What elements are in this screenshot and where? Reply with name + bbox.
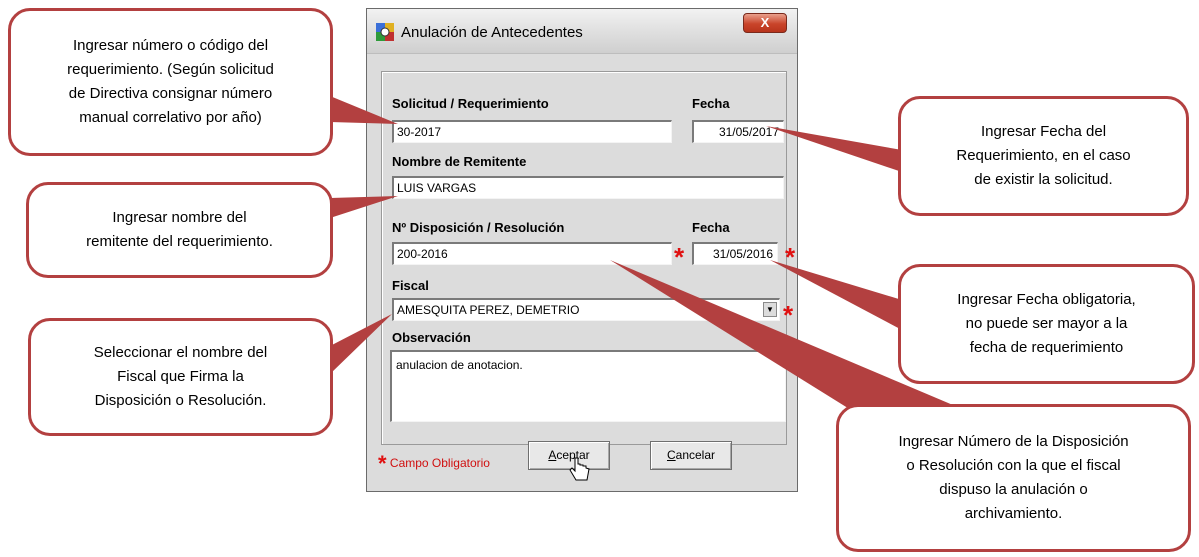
callout-line: no puede ser mayor a la	[965, 315, 1128, 332]
callout-line: remitente del requerimiento.	[86, 233, 273, 250]
callout-line: de existir la solicitud.	[974, 171, 1113, 188]
leader-c2	[330, 196, 398, 218]
callout-disposicion: Ingresar Número de la Disposición o Reso…	[836, 404, 1191, 552]
leader-c5	[770, 260, 902, 330]
callout-line: Fiscal que Firma la	[117, 368, 244, 385]
callout-fiscal: Seleccionar el nombre del Fiscal que Fir…	[28, 318, 333, 436]
callout-line: archivamiento.	[964, 505, 1063, 522]
callout-line: Ingresar nombre del	[112, 209, 247, 226]
callout-line: dispuso la anulación o	[939, 481, 1088, 498]
callout-line: Ingresar número o código del	[72, 37, 269, 54]
leader-c3	[330, 314, 392, 374]
callout-line: Ingresar Fecha del	[980, 123, 1107, 140]
callout-fecha-obligatoria: Ingresar Fecha obligatoria, no puede ser…	[898, 264, 1195, 384]
leader-c1	[330, 96, 398, 124]
leader-c4	[766, 126, 902, 172]
callout-fecha-requerimiento: Ingresar Fecha del Requerimiento, en el …	[898, 96, 1189, 216]
callout-line: requerimiento. (Según solicitud	[67, 61, 274, 78]
callout-solicitud: Ingresar número o código del requerimien…	[8, 8, 333, 156]
callout-line: Seleccionar el nombre del	[93, 344, 268, 361]
callout-line: manual correlativo por año)	[79, 109, 262, 126]
callout-line: o Resolución con la que el fiscal	[906, 457, 1121, 474]
callout-remitente: Ingresar nombre del remitente del requer…	[26, 182, 333, 278]
callout-line: Ingresar Número de la Disposición	[898, 433, 1129, 450]
callout-line: Disposición o Resolución.	[94, 392, 267, 409]
callout-line: de Directiva consignar número	[68, 85, 273, 102]
callout-line: Requerimiento, en el caso	[956, 147, 1131, 164]
callout-line: fecha de requerimiento	[969, 339, 1124, 356]
callout-line: Ingresar Fecha obligatoria,	[957, 291, 1136, 308]
